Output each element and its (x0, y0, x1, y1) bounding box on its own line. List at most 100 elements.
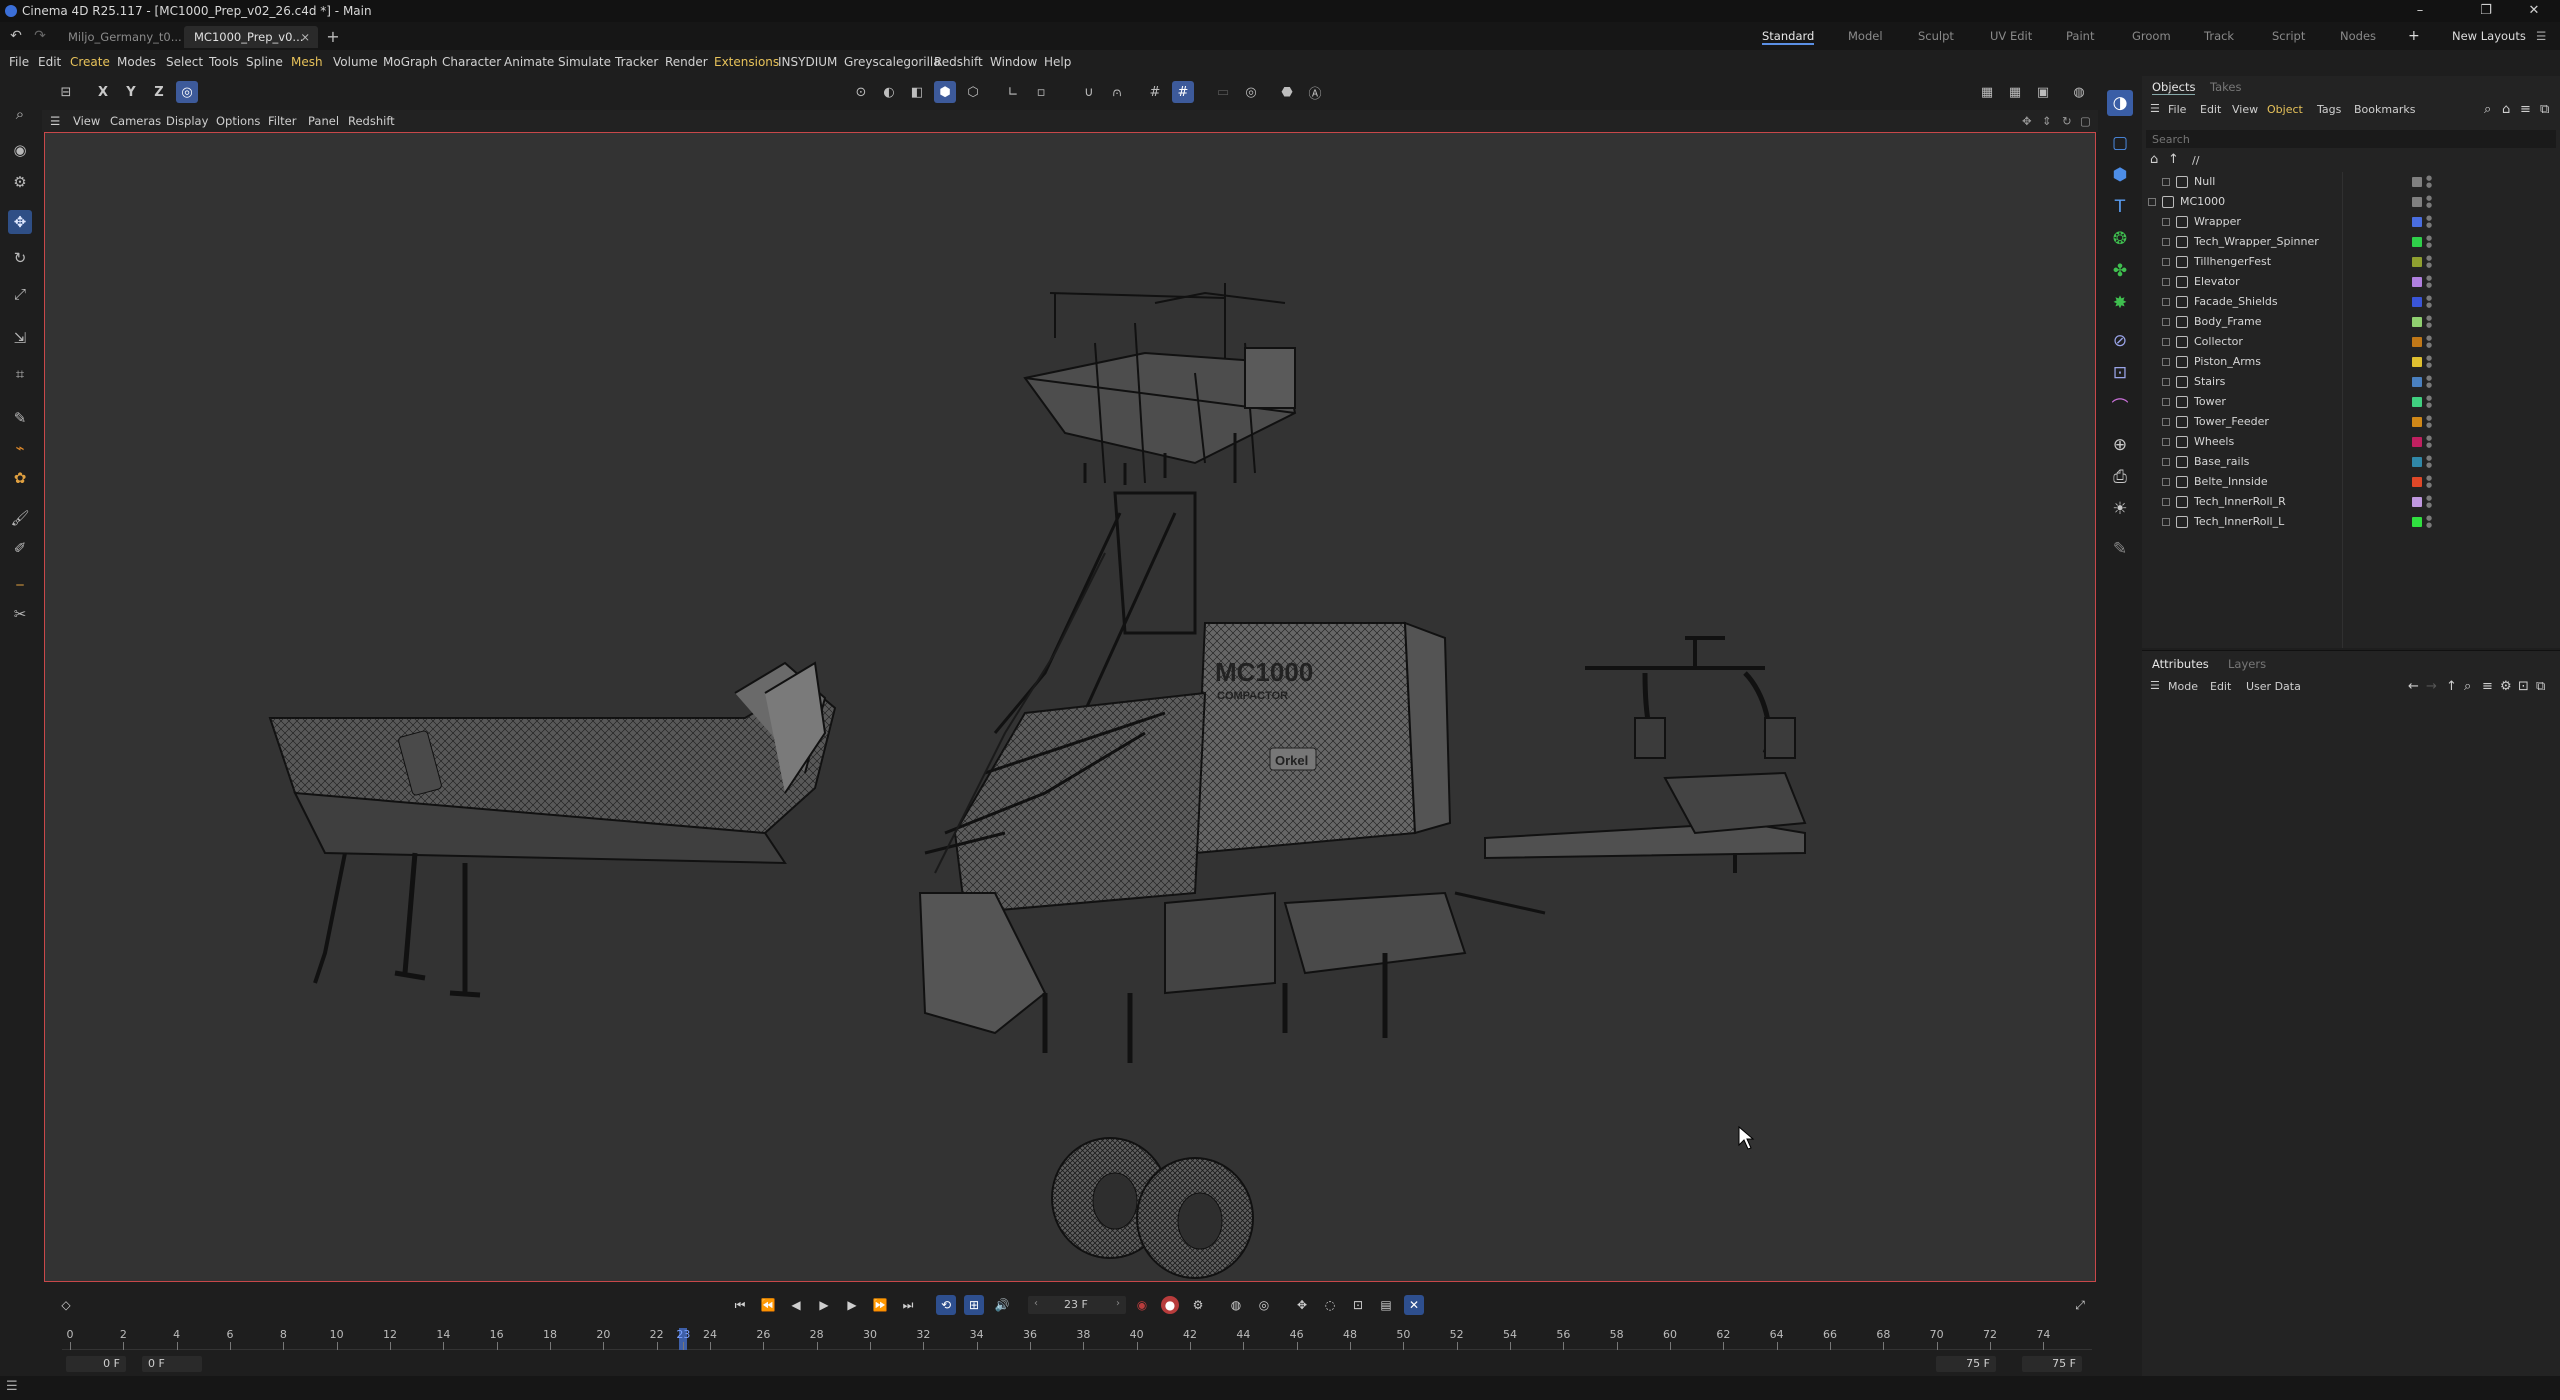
point-mode-icon[interactable]: ⊙ (850, 81, 872, 103)
menu-window[interactable]: Window (990, 55, 1037, 69)
live-selection-icon[interactable]: ⚙ (8, 170, 32, 194)
layer-color-swatch[interactable] (2412, 437, 2422, 447)
grid-icon[interactable]: # (1144, 81, 1166, 103)
object-row[interactable]: Tech_Wrapper_Spinner ● ● (2142, 232, 2560, 252)
menu-render[interactable]: Render (665, 55, 708, 69)
visibility-dots-icon[interactable]: ● ● (2426, 215, 2432, 229)
undo-icon[interactable]: ↶ (6, 25, 26, 47)
volume-icon[interactable]: ⊡ (2107, 360, 2133, 386)
object-row[interactable]: Tower ● ● (2142, 392, 2560, 412)
layout-track[interactable]: Track (2204, 27, 2234, 45)
layer-color-swatch[interactable] (2412, 197, 2422, 207)
spline-sketch-icon[interactable]: ⌁ (8, 436, 32, 460)
record-disabled-icon[interactable]: ◉ (1132, 1295, 1152, 1315)
expand-icon[interactable] (2162, 398, 2170, 406)
visibility-dots-icon[interactable]: ● ● (2426, 455, 2432, 469)
object-row[interactable]: MC1000 ● ● (2142, 192, 2560, 212)
filter-icon[interactable]: ≡ (2520, 102, 2531, 117)
axis-z-toggle[interactable]: Z (148, 81, 170, 103)
layer-color-swatch[interactable] (2412, 277, 2422, 287)
attributes-settings-icon[interactable]: ⚙ (2500, 679, 2512, 694)
layout-menu-icon[interactable]: ☰ (2536, 27, 2546, 45)
attributes-menu-mode[interactable]: Mode (2168, 680, 2198, 693)
new-tab-button[interactable]: + (322, 25, 344, 47)
visibility-dots-icon[interactable]: ● ● (2426, 195, 2432, 209)
objects-menu-file[interactable]: File (2168, 103, 2186, 116)
mograph-cloner-icon[interactable]: ✤ (2107, 258, 2133, 284)
autokey-button[interactable]: ● (1161, 1296, 1179, 1314)
menu-tracker[interactable]: Tracker (615, 55, 658, 69)
object-row[interactable]: Belte_Innside ● ● (2142, 472, 2560, 492)
menu-modes[interactable]: Modes (117, 55, 156, 69)
new-window-icon[interactable]: ⧉ (2540, 102, 2549, 117)
visibility-dots-icon[interactable]: ● ● (2426, 355, 2432, 369)
viewport-menu-redshift[interactable]: Redshift (348, 114, 395, 128)
attributes-menu-icon[interactable]: ☰ (2150, 679, 2160, 692)
layer-color-swatch[interactable] (2412, 297, 2422, 307)
menu-help[interactable]: Help (1044, 55, 1071, 69)
objects-menu-tags[interactable]: Tags (2317, 103, 2341, 116)
parent-up-icon[interactable]: ↑ (2168, 152, 2179, 167)
visibility-dots-icon[interactable]: ● ● (2426, 495, 2432, 509)
symmetry-icon[interactable]: ▭ (1212, 81, 1234, 103)
object-row[interactable]: Null ● ● (2142, 172, 2560, 192)
layer-color-swatch[interactable] (2412, 457, 2422, 467)
spline-object-icon[interactable]: ⌒ (2107, 392, 2133, 418)
paint-tool-icon[interactable]: ✐ (8, 536, 32, 560)
move-tool-icon[interactable]: ✥ (8, 210, 32, 234)
objects-menu-bookmarks[interactable]: Bookmarks (2354, 103, 2415, 116)
camera-icon[interactable]: ⎙ (2107, 464, 2133, 490)
expand-icon[interactable] (2162, 258, 2170, 266)
key-pla-icon[interactable]: ⊡ (1348, 1295, 1368, 1315)
visibility-dots-icon[interactable]: ● ● (2426, 275, 2432, 289)
layer-color-swatch[interactable] (2412, 317, 2422, 327)
sound-icon[interactable]: 🔊 (992, 1295, 1012, 1315)
menu-insydium[interactable]: INSYDIUM (778, 55, 837, 69)
axis-y-toggle[interactable]: Y (120, 81, 142, 103)
object-row[interactable]: Body_Frame ● ● (2142, 312, 2560, 332)
key-rotation-icon[interactable]: ◎ (1254, 1295, 1274, 1315)
deformer-icon[interactable]: ⊘ (2107, 328, 2133, 354)
snap-icon[interactable]: ∪ (1078, 81, 1100, 103)
menu-file[interactable]: File (9, 55, 29, 69)
tab-attributes[interactable]: Attributes (2152, 657, 2209, 671)
tweak-mode-icon[interactable]: ▫ (1030, 81, 1052, 103)
edge-mode-icon[interactable]: ◐ (878, 81, 900, 103)
key-scale-icon[interactable]: ✥ (1292, 1295, 1312, 1315)
uv-mode-icon[interactable]: ⬡ (962, 81, 984, 103)
attributes-menu-user-data[interactable]: User Data (2246, 680, 2301, 693)
tab-document-1[interactable]: Miljo_Germany_t0... (58, 26, 192, 48)
menu-greyscalegorilla[interactable]: Greyscalegorilla (844, 55, 941, 69)
menu-simulate[interactable]: Simulate (558, 55, 611, 69)
expand-icon[interactable] (2162, 338, 2170, 346)
menu-mesh[interactable]: Mesh (291, 55, 323, 69)
search-commands-icon[interactable]: ⌕ (8, 102, 32, 126)
next-key-button[interactable]: ⏩ (870, 1295, 890, 1315)
tab-layers[interactable]: Layers (2228, 657, 2266, 671)
key-param-icon[interactable]: ◌ (1320, 1295, 1340, 1315)
play-button[interactable]: ▶ (814, 1295, 834, 1315)
generator-icon[interactable]: ❂ (2107, 226, 2133, 252)
objects-menu-object[interactable]: Object (2267, 103, 2303, 116)
object-row[interactable]: TillhengerFest ● ● (2142, 252, 2560, 272)
new-layouts-button[interactable]: New Layouts (2452, 27, 2526, 45)
extrude-tool-icon[interactable]: ⌗ (8, 362, 32, 386)
viewport-rotate-icon[interactable]: ↻ (2062, 114, 2072, 128)
expand-icon[interactable] (2162, 178, 2170, 186)
expand-icon[interactable] (2162, 418, 2170, 426)
3d-viewport[interactable]: MC1000 COMPACTOR Orkel (44, 132, 2096, 1282)
brush-tool-icon[interactable]: 🖌 (8, 506, 32, 530)
layout-groom[interactable]: Groom (2132, 27, 2171, 45)
objects-menu-edit[interactable]: Edit (2200, 103, 2221, 116)
minimize-button[interactable]: – (2400, 0, 2440, 22)
restore-button[interactable]: ❐ (2466, 0, 2506, 22)
expand-icon[interactable] (2162, 218, 2170, 226)
status-menu-icon[interactable]: ☰ (6, 1379, 18, 1394)
visibility-dots-icon[interactable]: ● ● (2426, 175, 2432, 189)
expand-icon[interactable] (2162, 318, 2170, 326)
object-row[interactable]: Tech_InnerRoll_R ● ● (2142, 492, 2560, 512)
layer-color-swatch[interactable] (2412, 217, 2422, 227)
visibility-dots-icon[interactable]: ● ● (2426, 415, 2432, 429)
expand-icon[interactable] (2148, 198, 2156, 206)
display-filter-icon[interactable]: ⬣ (1276, 81, 1298, 103)
